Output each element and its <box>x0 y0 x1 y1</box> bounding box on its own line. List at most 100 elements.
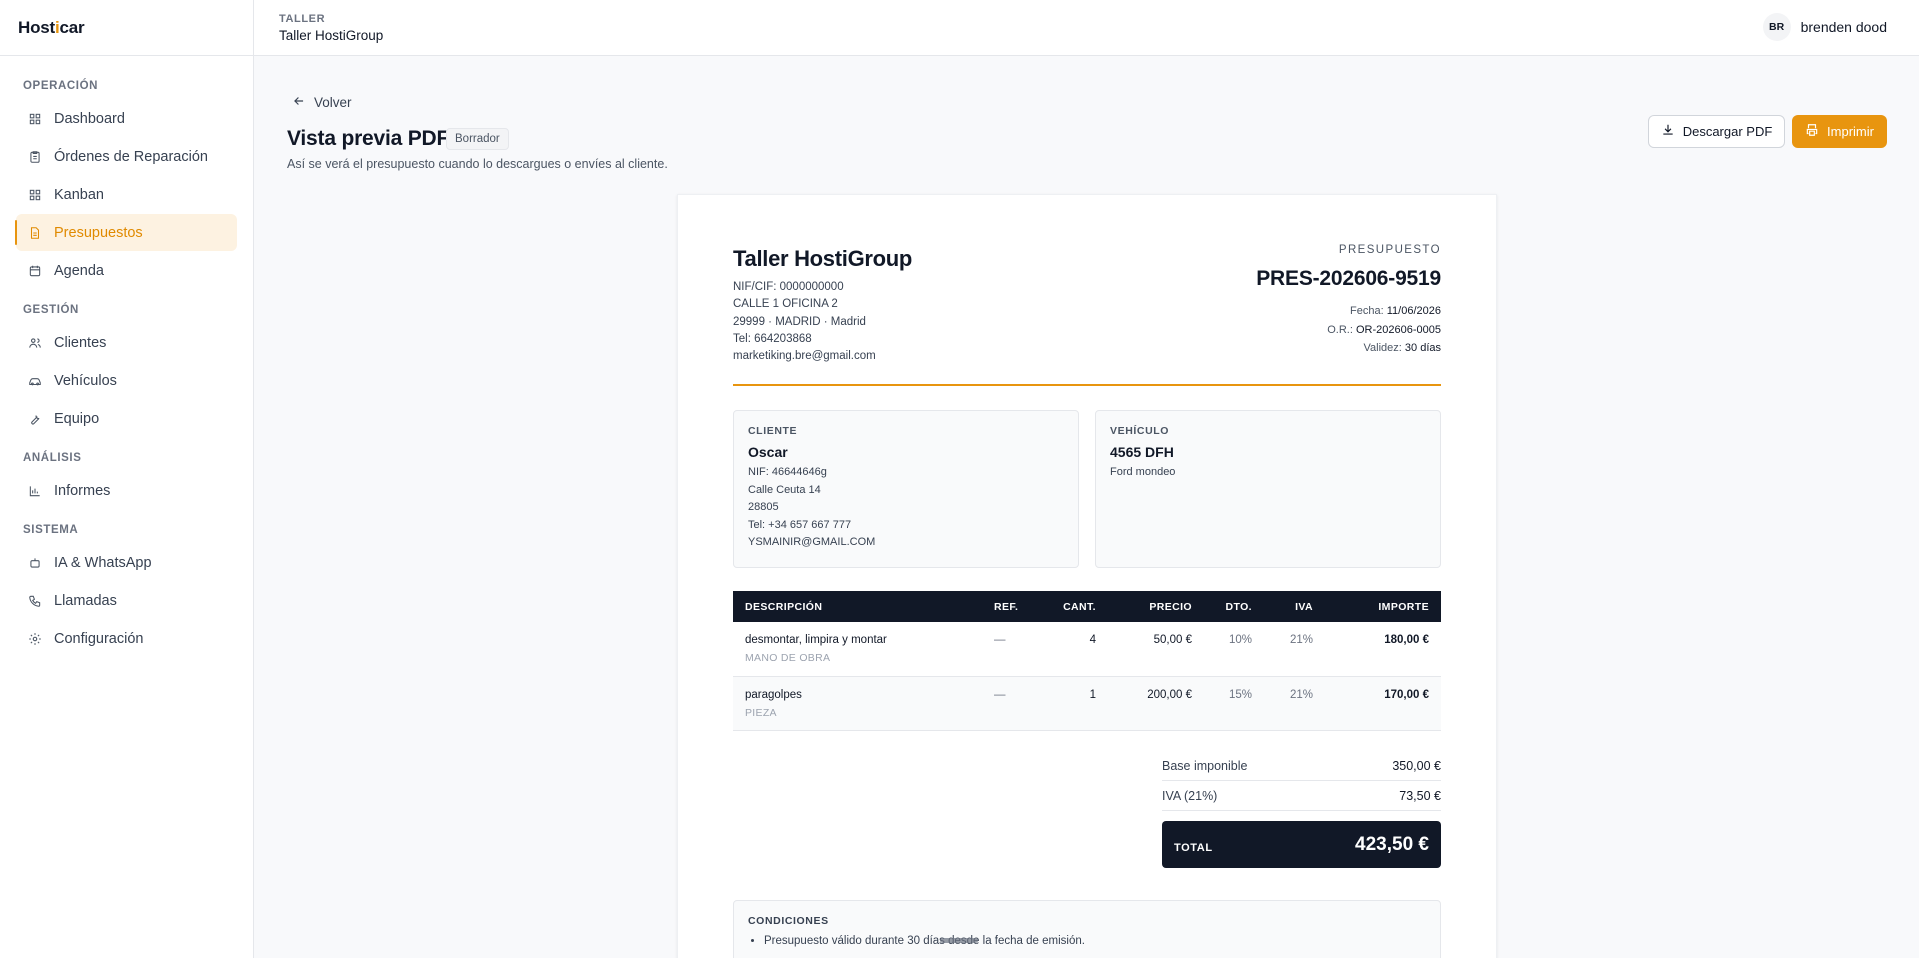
conditions-list: Presupuesto válido durante 30 días desde… <box>748 935 1426 947</box>
col-amount: IMPORTE <box>1325 591 1441 622</box>
nav-section-title: OPERACIÓN <box>23 80 99 92</box>
sidebar-item-clientes[interactable]: Clientes <box>16 324 237 361</box>
client-card: CLIENTE Oscar NIF: 46644646g Calle Ceuta… <box>733 410 1079 568</box>
car-icon <box>28 374 42 388</box>
item-amount: 170,00 € <box>1325 676 1441 731</box>
shop-city: 29999 · MADRID · Madrid <box>733 315 866 328</box>
sidebar-item-label: Clientes <box>54 334 107 351</box>
brand-prefix: Host <box>18 17 55 37</box>
quote-validity: Validez: 30 días <box>1363 342 1441 354</box>
avatar: BR <box>1762 13 1791 41</box>
total-value: 423,50 € <box>1355 833 1429 855</box>
quote-or: O.R.: OR-202606-0005 <box>1327 323 1441 336</box>
line-items-table: DESCRIPCIÓN REF. CANT. PRECIO DTO. IVA I… <box>733 591 1441 731</box>
page-title: Vista previa PDF <box>287 127 450 150</box>
quote-meta: Fecha: 11/06/2026 O.R.: OR-202606-0005 V… <box>1327 302 1441 358</box>
pdf-preview: Taller HostiGroup NIF/CIF: 0000000000 CA… <box>677 194 1497 958</box>
sidebar-item-label: Informes <box>54 482 111 499</box>
subtotal-value: 350,00 € <box>1392 759 1441 773</box>
subtotal-label: Base imponible <box>1162 759 1248 773</box>
col-description: DESCRIPCIÓN <box>733 591 982 622</box>
brand-logo[interactable]: Host i car <box>0 0 253 56</box>
client-details: NIF: 46644646g Calle Ceuta 14 28805 Tel:… <box>748 464 1064 552</box>
client-nif: NIF: 46644646g <box>748 466 827 478</box>
totals-divider <box>1162 810 1441 811</box>
sidebar-item-label: Llamadas <box>54 592 117 609</box>
nav-section-title: SISTEMA <box>23 524 79 536</box>
workspace-kicker: TALLER <box>279 13 326 25</box>
item-category: MANO DE OBRA <box>745 652 831 664</box>
item-discount: 15% <box>1204 676 1264 731</box>
clipboard-icon <box>28 150 42 164</box>
client-email: YSMAINIR@GMAIL.COM <box>748 536 876 548</box>
sidebar-item-label: Configuración <box>54 630 144 647</box>
sidebar-item-ordenes-de-reparacion[interactable]: Órdenes de Reparación <box>16 138 237 175</box>
grand-total: TOTAL 423,50 € <box>1162 821 1441 868</box>
download-icon <box>1661 123 1675 140</box>
item-qty: 4 <box>1042 622 1108 677</box>
quote-date: Fecha: 11/06/2026 <box>1350 305 1441 317</box>
wrench-icon <box>28 412 42 426</box>
sidebar-item-configuracion[interactable]: Configuración <box>16 620 237 657</box>
scroll-indicator[interactable] <box>940 938 978 943</box>
topbar: TALLER Taller HostiGroup BR brenden dood <box>254 0 1919 56</box>
client-address: Calle Ceuta 14 <box>748 483 821 496</box>
quote-number: PRES-202606-9519 <box>1256 267 1441 290</box>
workspace-name: Taller HostiGroup <box>279 28 384 43</box>
print-label: Imprimir <box>1827 124 1874 139</box>
back-link[interactable]: Volver <box>292 94 352 111</box>
table-row: desmontar, limpira y montar MANO DE OBRA … <box>733 622 1441 677</box>
client-postcode: 28805 <box>748 501 779 513</box>
shop-details: NIF/CIF: 0000000000 CALLE 1 OFICINA 2 29… <box>733 279 876 365</box>
sidebar-nav: OPERACIÓN Dashboard Órdenes de Reparación K… <box>0 56 253 657</box>
document-icon <box>28 226 42 240</box>
vat-label: IVA (21%) <box>1162 789 1218 803</box>
sidebar-item-informes[interactable]: Informes <box>16 472 237 509</box>
sidebar-item-label: Dashboard <box>54 110 125 127</box>
phone-icon <box>28 594 42 608</box>
user-menu[interactable]: BR brenden dood <box>1762 13 1887 41</box>
shop-name: Taller HostiGroup <box>733 246 913 271</box>
table-row: paragolpes PIEZA — 1 200,00 € 15% 21% 170… <box>733 676 1441 731</box>
sidebar-item-ia-whatsapp[interactable]: IA & WhatsApp <box>16 544 237 581</box>
col-ref: REF. <box>982 591 1042 622</box>
sidebar-item-equipo[interactable]: Equipo <box>16 400 237 437</box>
nav-section-title: GESTIÓN <box>23 304 79 316</box>
sidebar-item-agenda[interactable]: Agenda <box>16 252 237 289</box>
sidebar-item-presupuestos[interactable]: Presupuestos <box>15 214 237 251</box>
sidebar-item-vehiculos[interactable]: Vehículos <box>16 362 237 399</box>
sidebar-item-label: Presupuestos <box>54 224 143 241</box>
item-vat: 21% <box>1264 676 1325 731</box>
user-name: brenden dood <box>1800 19 1887 35</box>
subtotal-row: Base imponible 350,00 € <box>1162 759 1441 773</box>
shop-email: marketiking.bre@gmail.com <box>733 350 876 363</box>
col-discount: DTO. <box>1204 591 1264 622</box>
quote-kicker: PRESUPUESTO <box>1338 244 1441 256</box>
item-vat: 21% <box>1264 622 1325 677</box>
condition-item: Presupuesto válido durante 30 días desde… <box>764 935 1426 947</box>
sidebar-item-llamadas[interactable]: Llamadas <box>16 582 237 619</box>
vat-row: IVA (21%) 73,50 € <box>1162 789 1441 803</box>
download-pdf-button[interactable]: Descargar PDF <box>1648 115 1785 148</box>
shop-phone: Tel: 664203868 <box>733 332 812 345</box>
bot-icon <box>28 556 42 570</box>
print-button[interactable]: Imprimir <box>1792 115 1887 148</box>
back-label: Volver <box>314 95 352 110</box>
sidebar-item-label: IA & WhatsApp <box>54 554 152 571</box>
sidebar-item-dashboard[interactable]: Dashboard <box>16 100 237 137</box>
col-price: PRECIO <box>1108 591 1204 622</box>
vehicle-kicker: VEHÍCULO <box>1110 425 1170 437</box>
grid-icon <box>28 112 42 126</box>
sidebar-item-label: Órdenes de Reparación <box>54 148 208 165</box>
nav-section-title: ANÁLISIS <box>23 452 82 464</box>
totals-divider <box>1162 780 1441 781</box>
sidebar-item-kanban[interactable]: Kanban <box>16 176 237 213</box>
sidebar-item-label: Agenda <box>54 262 104 279</box>
calendar-icon <box>28 264 42 278</box>
vehicle-card: VEHÍCULO 4565 DFH Ford mondeo <box>1095 410 1441 568</box>
vehicle-plate: 4565 DFH <box>1110 444 1174 460</box>
item-category: PIEZA <box>745 706 777 719</box>
gear-icon <box>28 632 42 646</box>
arrow-left-icon <box>292 94 306 111</box>
client-phone: Tel: +34 657 667 777 <box>748 518 852 531</box>
